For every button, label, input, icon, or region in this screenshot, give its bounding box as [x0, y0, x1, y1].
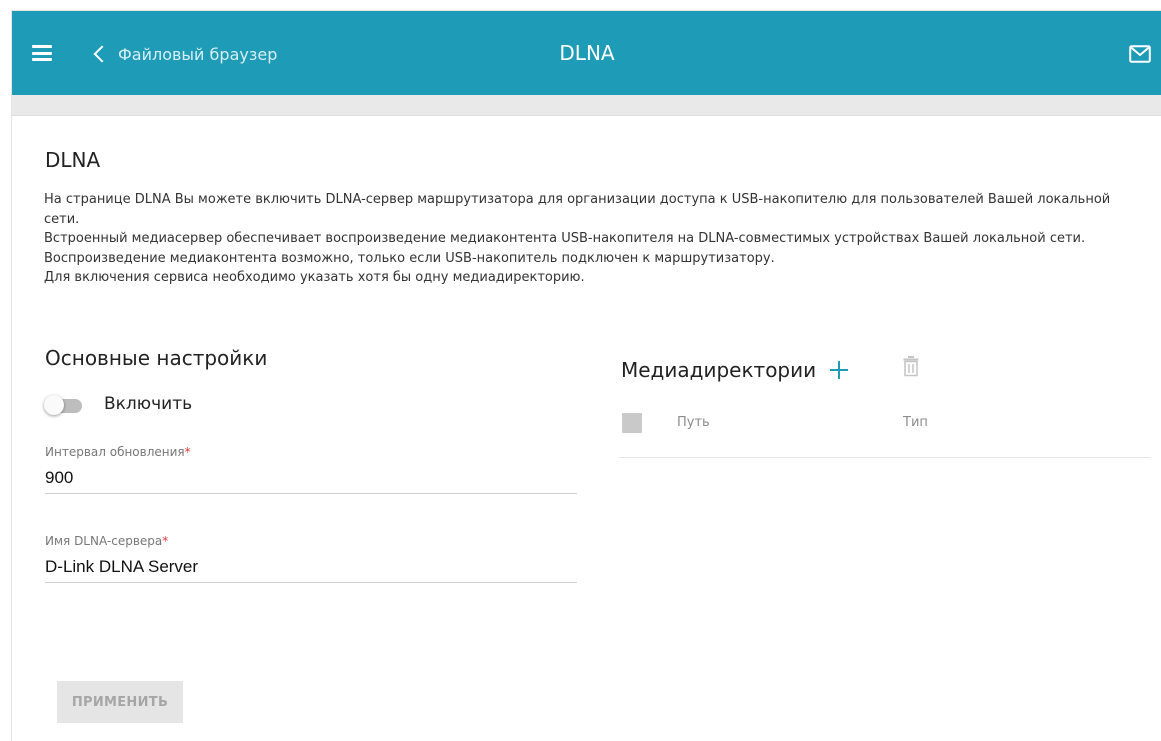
update-interval-input[interactable]: 900: [45, 467, 577, 493]
trash-icon[interactable]: [903, 355, 919, 377]
mail-icon[interactable]: [1129, 45, 1151, 63]
description-line: Для включения сервиса необходимо указать…: [44, 270, 585, 286]
top-bar: Файловый браузер DLNA: [12, 11, 1161, 95]
enable-toggle-row[interactable]: Включить: [44, 392, 193, 416]
server-name-input[interactable]: D-Link DLNA Server: [45, 556, 577, 582]
media-directories-title: Медиадиректории: [621, 358, 817, 382]
media-table-header: Путь Тип: [619, 409, 1151, 458]
enable-toggle-label: Включить: [104, 394, 193, 414]
update-interval-field[interactable]: Интервал обновления* 900: [45, 445, 577, 494]
update-interval-label: Интервал обновления*: [45, 445, 191, 459]
column-header-path[interactable]: Путь: [677, 415, 710, 430]
page-description: На странице DLNA Вы можете включить DLNA…: [44, 190, 1129, 288]
plus-icon[interactable]: [830, 361, 849, 379]
media-directories-header: Медиадиректории: [621, 358, 849, 382]
basic-settings-title: Основные настройки: [45, 346, 268, 370]
apply-button[interactable]: ПРИМЕНИТЬ: [57, 681, 183, 723]
required-mark: *: [162, 534, 169, 548]
description-line: На странице DLNA Вы можете включить DLNA…: [44, 192, 1111, 227]
required-mark: *: [184, 445, 191, 459]
column-header-type[interactable]: Тип: [903, 415, 928, 430]
server-name-field[interactable]: Имя DLNA-сервера* D-Link DLNA Server: [45, 534, 577, 583]
description-line: Встроенный медиасервер обеспечивает восп…: [44, 231, 1086, 266]
server-name-label: Имя DLNA-сервера*: [45, 534, 169, 548]
select-all-checkbox[interactable]: [622, 413, 642, 433]
page-title: DLNA: [559, 41, 615, 65]
enable-toggle[interactable]: [44, 395, 82, 415]
app-window: Файловый браузер DLNA DLNA На странице D…: [11, 10, 1161, 741]
section-heading: DLNA: [45, 148, 101, 172]
sub-header-bar: [12, 95, 1161, 116]
